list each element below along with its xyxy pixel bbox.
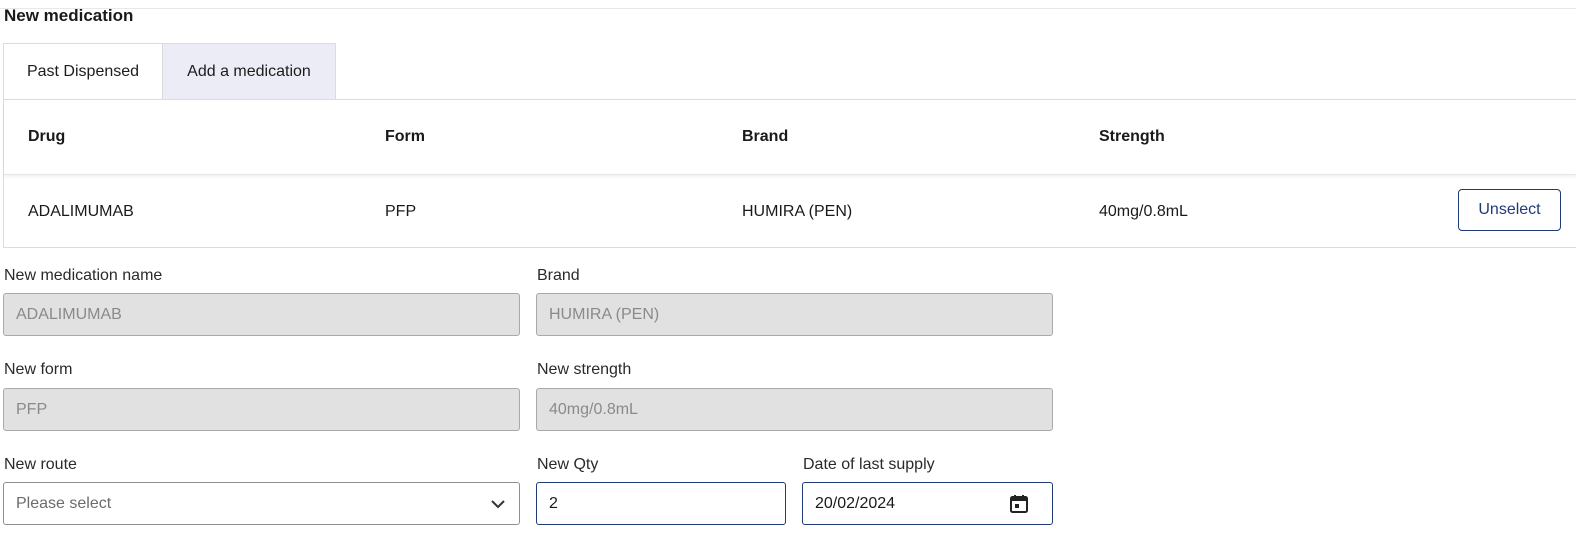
cell-form: PFP <box>385 203 417 220</box>
last-supply-value: 20/02/2024 <box>815 494 896 512</box>
route-select[interactable]: Please select <box>3 482 520 525</box>
tab-past-dispensed[interactable]: Past Dispensed <box>3 43 163 100</box>
calendar-icon[interactable] <box>1008 493 1030 515</box>
page-title: New medication <box>4 6 134 25</box>
top-divider <box>0 8 1576 9</box>
column-header-strength: Strength <box>1099 128 1165 145</box>
route-placeholder: Please select <box>16 494 112 512</box>
medication-name-label: New medication name <box>4 267 163 284</box>
last-supply-label: Date of last supply <box>803 456 935 473</box>
brand-value: HUMIRA (PEN) <box>549 305 660 323</box>
chevron-down-icon <box>491 499 505 508</box>
qty-input[interactable]: 2 <box>536 482 786 525</box>
strength-value: 40mg/0.8mL <box>549 400 638 418</box>
strength-label: New strength <box>537 361 632 378</box>
form-label: New form <box>4 361 73 378</box>
form-field: PFP <box>3 388 520 431</box>
cell-drug: ADALIMUMAB <box>28 203 134 220</box>
strength-field: 40mg/0.8mL <box>536 388 1053 431</box>
column-header-brand: Brand <box>742 128 789 145</box>
qty-value: 2 <box>549 494 558 512</box>
brand-label: Brand <box>537 267 580 284</box>
unselect-button[interactable]: Unselect <box>1458 189 1561 231</box>
cell-brand: HUMIRA (PEN) <box>742 203 853 220</box>
qty-label: New Qty <box>537 456 599 473</box>
table-row[interactable]: ADALIMUMAB PFP HUMIRA (PEN) 40mg/0.8mL U… <box>4 175 1576 248</box>
form-value: PFP <box>16 400 48 418</box>
medication-name-field: ADALIMUMAB <box>3 293 520 336</box>
cell-strength: 40mg/0.8mL <box>1099 203 1188 220</box>
route-label: New route <box>4 456 77 473</box>
last-supply-date-input[interactable]: 20/02/2024 <box>802 482 1053 525</box>
dispensed-table: Drug Form Brand Strength ADALIMUMAB PFP … <box>3 99 1576 248</box>
brand-field: HUMIRA (PEN) <box>536 293 1053 336</box>
tab-add-medication[interactable]: Add a medication <box>163 43 336 99</box>
column-header-drug: Drug <box>28 128 66 145</box>
column-header-form: Form <box>385 128 425 145</box>
table-header: Drug Form Brand Strength <box>4 100 1576 175</box>
medication-name-value: ADALIMUMAB <box>16 305 122 323</box>
